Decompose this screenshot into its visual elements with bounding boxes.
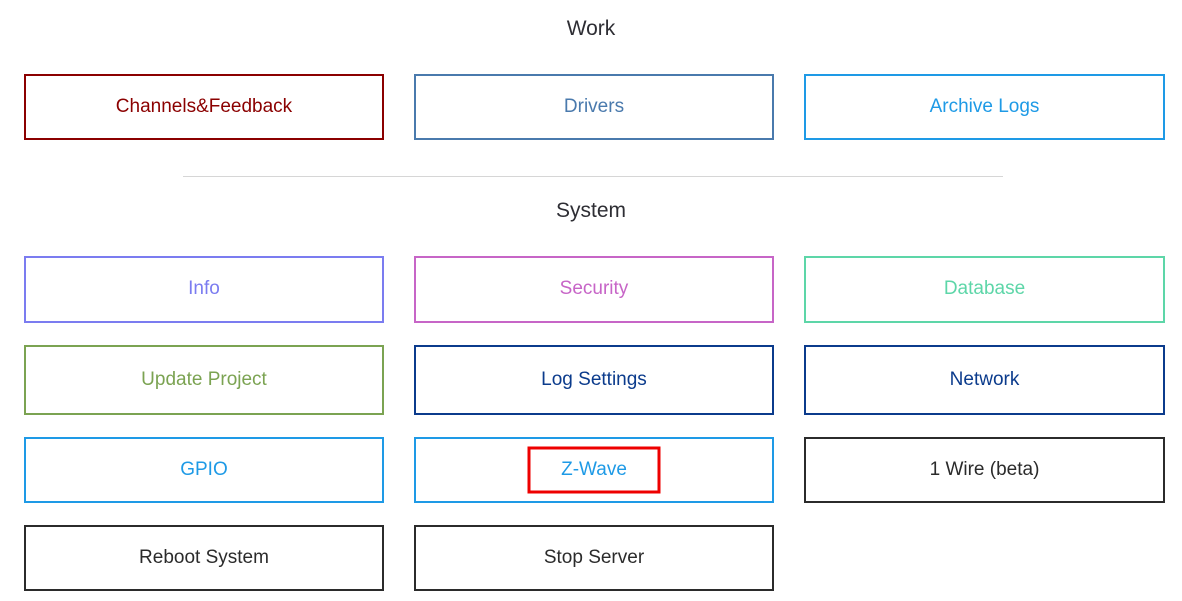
button-label: Stop Server <box>543 546 645 568</box>
button-label: GPIO <box>180 458 228 480</box>
button-security[interactable]: Security <box>414 256 774 323</box>
button-label: Drivers <box>563 95 625 117</box>
button-info[interactable]: Info <box>24 256 384 323</box>
button-drivers[interactable]: Drivers <box>414 74 774 140</box>
work-button-grid: Channels&Feedback Drivers Archive Logs <box>24 74 1165 140</box>
button-label: Database <box>943 278 1026 300</box>
button-channels-and-feedback[interactable]: Channels&Feedback <box>24 74 384 140</box>
empty-grid-slot <box>804 525 1165 591</box>
button-archive-logs[interactable]: Archive Logs <box>804 74 1165 140</box>
button-label: Reboot System <box>139 546 269 568</box>
button-label: Channels&Feedback <box>115 95 293 117</box>
button-label: Update Project <box>141 368 267 390</box>
button-z-wave[interactable]: Z-Wave <box>414 437 774 503</box>
section-header-work: Work <box>566 17 616 40</box>
button-1-wire-beta[interactable]: 1 Wire (beta) <box>804 437 1165 503</box>
button-label: Info <box>188 278 220 300</box>
button-network[interactable]: Network <box>804 345 1165 415</box>
button-label: 1 Wire (beta) <box>929 458 1040 480</box>
button-label: Network <box>949 368 1020 390</box>
button-label: Log Settings <box>541 368 647 390</box>
button-database[interactable]: Database <box>804 256 1165 323</box>
button-label: Archive Logs <box>929 95 1040 117</box>
button-label: Security <box>559 278 629 300</box>
section-divider <box>183 176 1003 177</box>
button-stop-server[interactable]: Stop Server <box>414 525 774 591</box>
button-log-settings[interactable]: Log Settings <box>414 345 774 415</box>
system-button-grid: Info Security Database Update Project Log Se… <box>24 256 1165 591</box>
settings-page: Work Channels&Feedback Drivers Archive Log… <box>0 0 1182 601</box>
button-update-project[interactable]: Update Project <box>24 345 384 415</box>
button-label: Z-Wave <box>561 458 627 480</box>
button-gpio[interactable]: GPIO <box>24 437 384 503</box>
section-header-system: System <box>555 199 626 222</box>
button-reboot-system[interactable]: Reboot System <box>24 525 384 591</box>
